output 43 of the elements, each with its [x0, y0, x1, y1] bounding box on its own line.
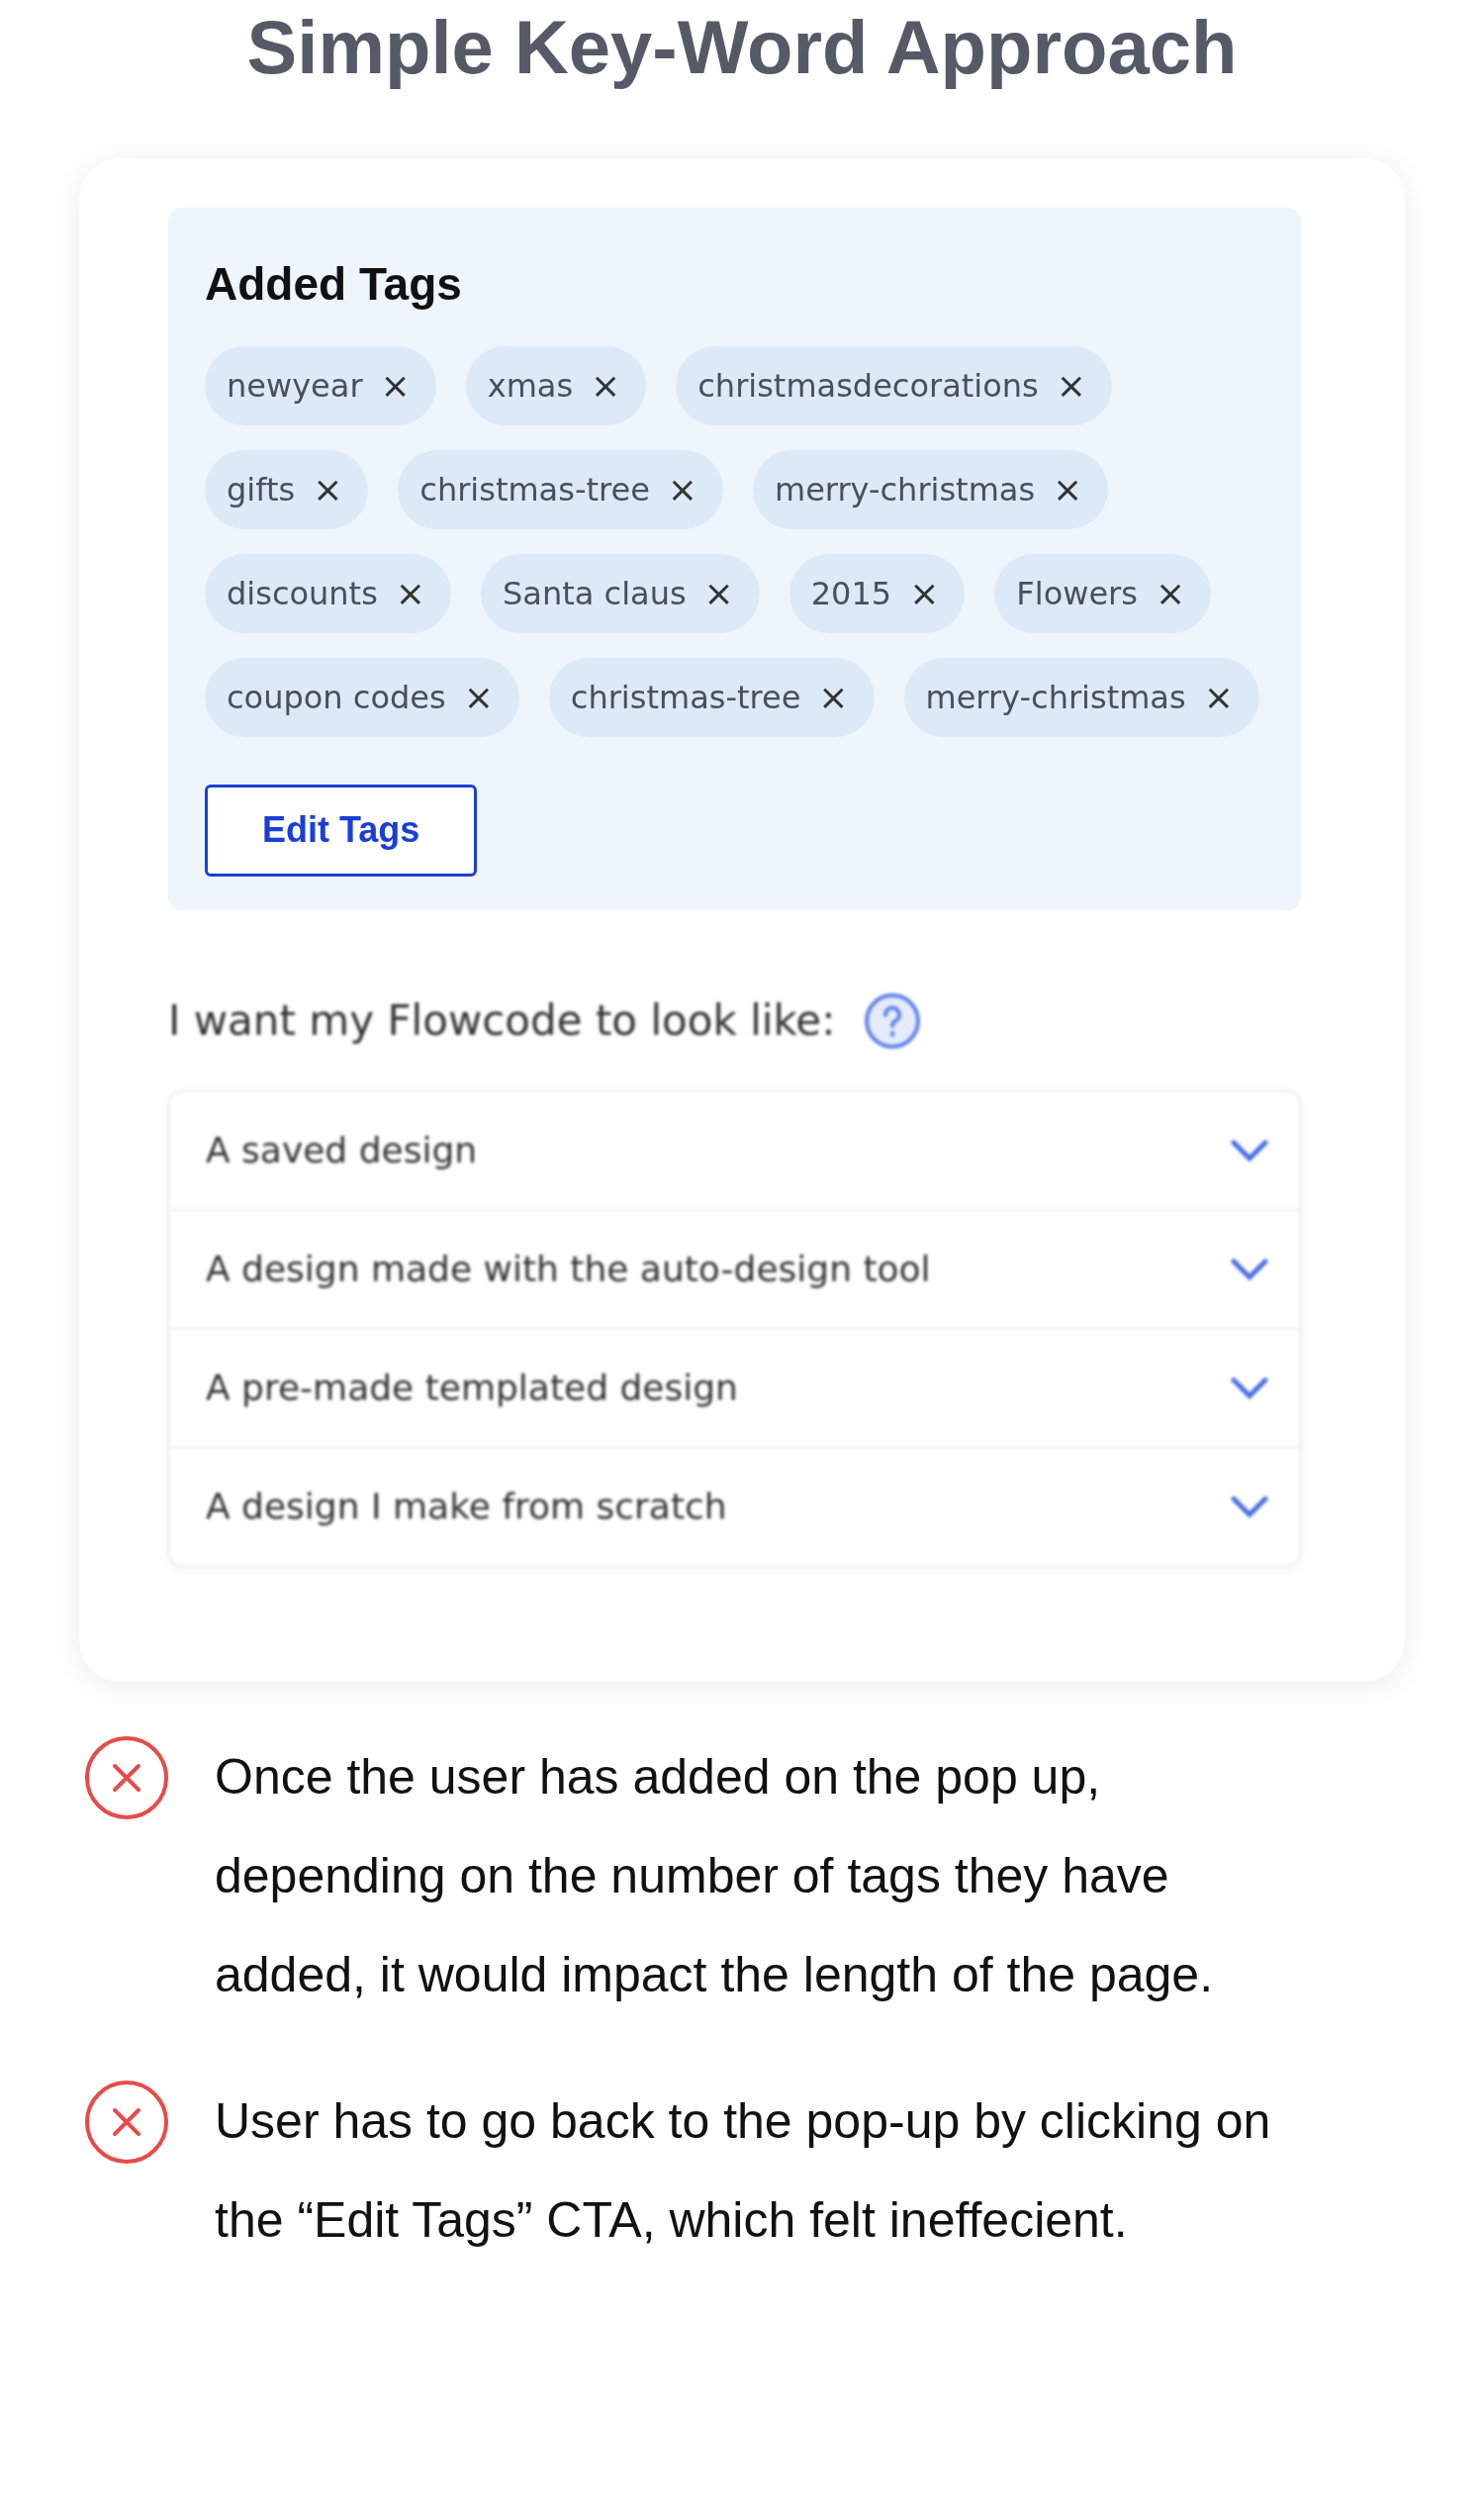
cross-circle-icon — [84, 1734, 169, 1820]
remove-tag-button[interactable]: × — [909, 575, 940, 611]
remove-tag-button[interactable]: × — [463, 679, 494, 715]
chevron-down-icon — [1230, 1494, 1269, 1519]
remove-tag-button[interactable]: × — [313, 471, 343, 508]
tag-label: Santa claus — [503, 574, 687, 612]
tag-label: coupon codes — [227, 678, 446, 716]
cross-circle-icon — [84, 2079, 169, 2165]
help-icon[interactable] — [863, 990, 923, 1051]
tag-label: xmas — [487, 366, 574, 405]
remove-tag-button[interactable]: × — [667, 471, 697, 508]
design-option-row[interactable]: A design I make from scratch — [170, 1447, 1299, 1565]
remove-tag-button[interactable]: × — [818, 679, 849, 715]
design-option-row[interactable]: A design made with the auto-design tool — [170, 1210, 1299, 1330]
design-option-row[interactable]: A pre-made templated design — [170, 1329, 1299, 1448]
note-text: Once the user has added on the pop up, depending on the number of tags they have added, it would impact the length of the page. — [215, 1747, 1215, 2004]
tag-label: christmas-tree — [570, 678, 801, 716]
chevron-down-icon — [1230, 1375, 1269, 1400]
remove-tag-button[interactable]: × — [1056, 367, 1086, 404]
remove-tag-button[interactable]: × — [1053, 471, 1083, 508]
remove-tag-button[interactable]: × — [703, 575, 734, 611]
question-label: I want my Flowcode to look like: — [168, 996, 836, 1046]
remove-tag-button[interactable]: × — [380, 367, 411, 404]
page-title: Simple Key-Word Approach — [245, 4, 1239, 89]
tag-label: merry-christmas — [775, 470, 1036, 509]
edit-tags-button[interactable]: Edit Tags — [205, 784, 478, 877]
tag-label: gifts — [227, 470, 296, 509]
note-text: User has to go back to the pop-up by clicking on the “Edit Tags” CTA, which felt ineffecient. — [215, 2091, 1272, 2250]
panel-heading: Added Tags — [205, 256, 463, 311]
tag-label: discounts — [227, 574, 378, 612]
tag-label: Flowers — [1016, 574, 1138, 612]
tag-label: christmasdecorations — [697, 366, 1039, 405]
tag-label: 2015 — [810, 574, 892, 612]
tag-label: merry-christmas — [925, 678, 1186, 716]
remove-tag-button[interactable]: × — [1203, 679, 1234, 715]
remove-tag-button[interactable]: × — [395, 575, 425, 611]
tag-label: christmas-tree — [419, 470, 650, 509]
design-option-row[interactable]: A saved design — [170, 1091, 1299, 1211]
remove-tag-button[interactable]: × — [591, 367, 621, 404]
tag-label: newyear — [227, 366, 363, 405]
chevron-down-icon — [1230, 1256, 1269, 1281]
chevron-down-icon — [1230, 1138, 1269, 1162]
remove-tag-button[interactable]: × — [1155, 575, 1186, 611]
